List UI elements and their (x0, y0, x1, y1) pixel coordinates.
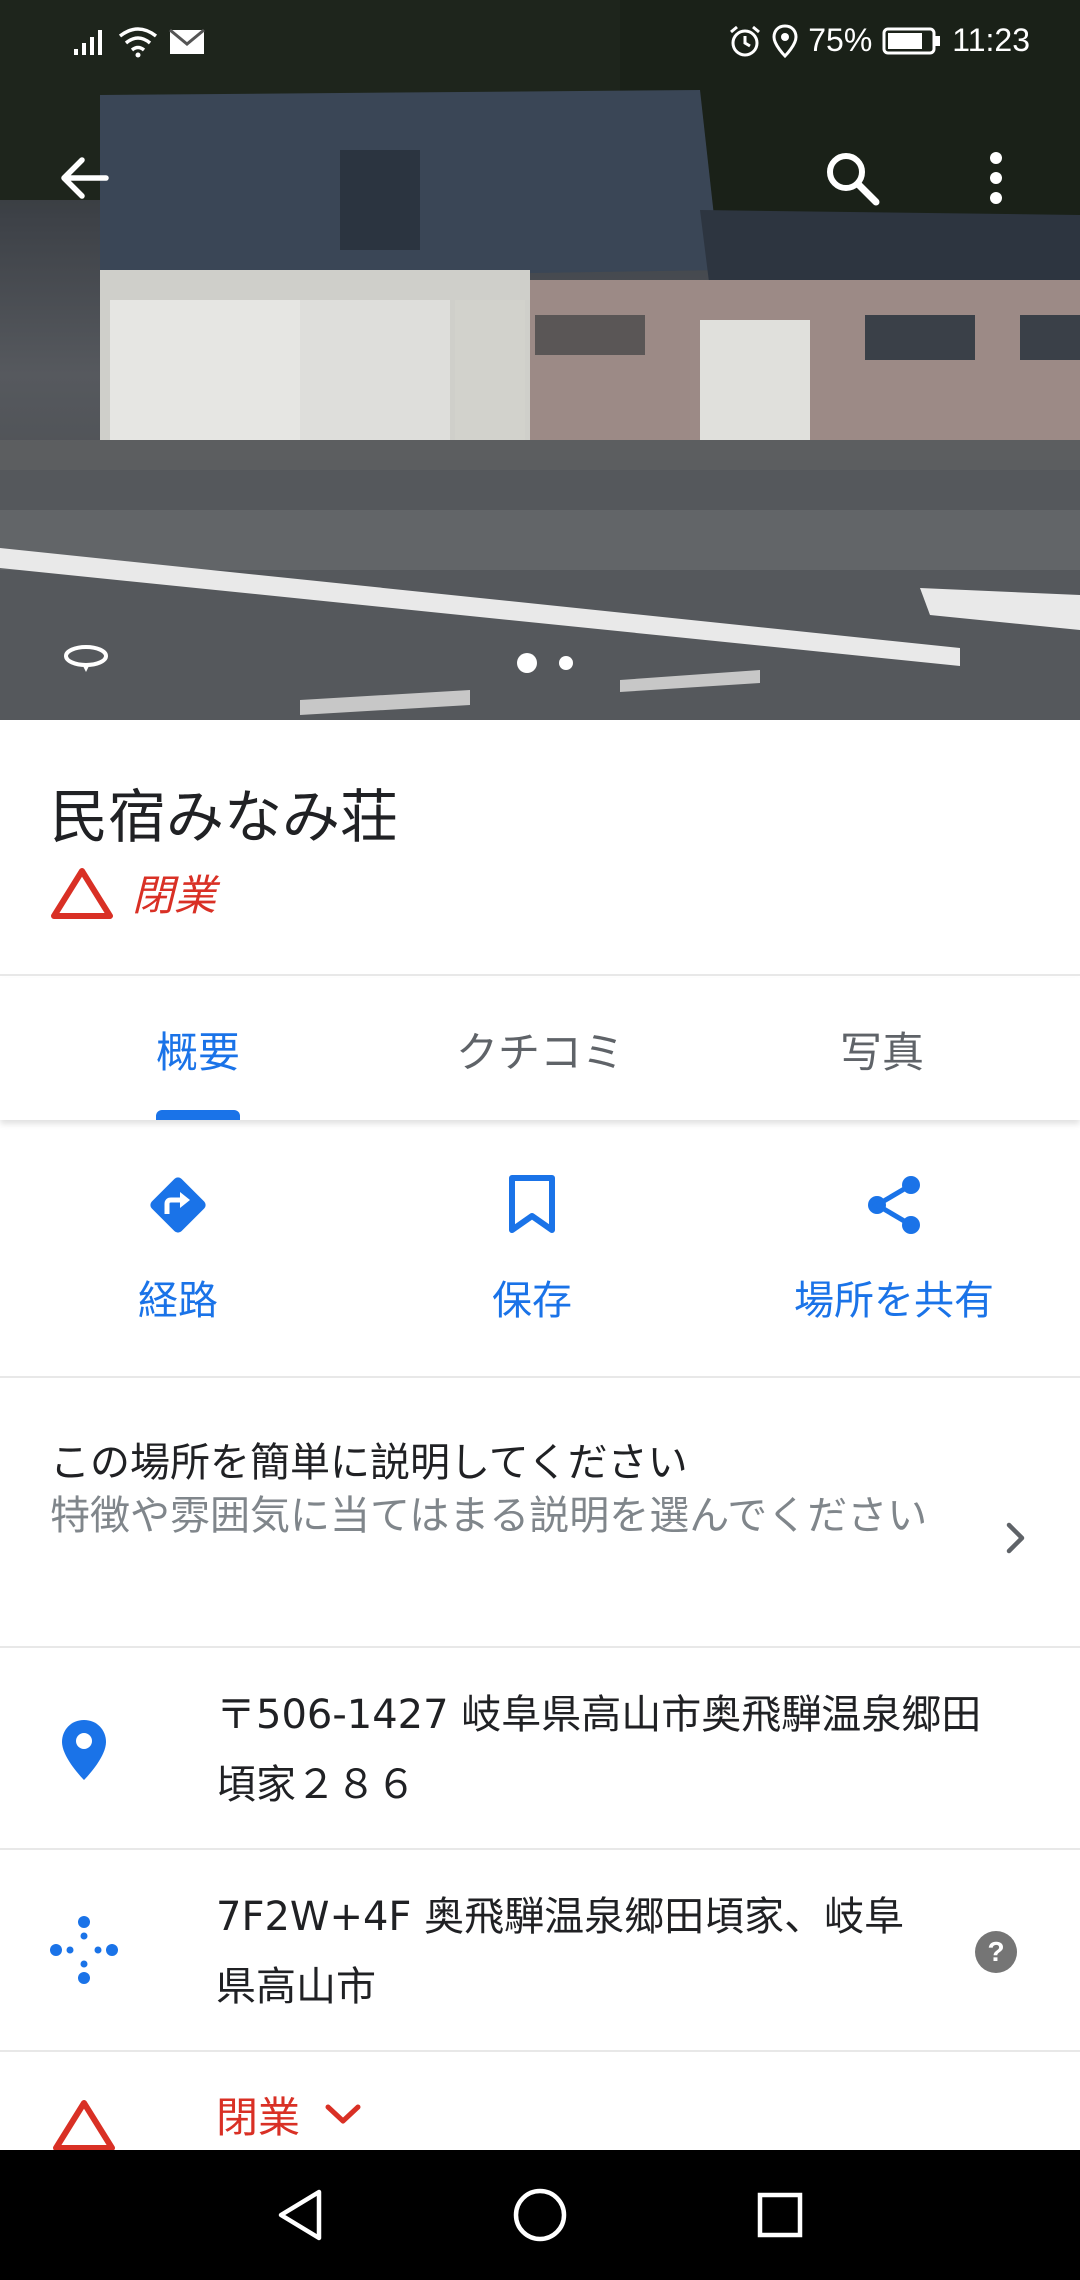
describe-place-card[interactable]: この場所を簡単に説明してください 特徴や雰囲気に当てはまる説明を選んでください (0, 1380, 1080, 1646)
system-nav-bar (0, 2150, 1080, 2280)
describe-title: この場所を簡単に説明してください (50, 1440, 688, 1486)
place-header: 民宿みなみ荘 閉業 (0, 720, 1080, 976)
closed-status: 閉業 (50, 862, 216, 923)
save-label: 保存 (492, 1278, 572, 1324)
active-tab-indicator (156, 1110, 240, 1120)
mail-icon (169, 28, 205, 54)
nav-home-button[interactable] (480, 2150, 600, 2280)
nav-recents-icon (757, 2192, 803, 2238)
photo-pager (0, 653, 1080, 673)
nav-back-icon (278, 2189, 322, 2241)
signal-icon (74, 30, 102, 55)
nav-back-button[interactable] (240, 2150, 360, 2280)
tab-photos[interactable]: 写真 (724, 978, 1040, 1120)
divider (0, 2050, 1080, 2052)
save-button[interactable]: 保存 (372, 1124, 692, 1376)
place-name: 民宿みなみ荘 (50, 783, 399, 851)
plus-code-line-1: 7F2W+4F 奥飛騨温泉郷田頃家、岐阜 (216, 1894, 905, 1940)
chevron-down-icon (325, 2104, 361, 2123)
battery-icon (882, 27, 941, 54)
nav-home-icon (513, 2188, 567, 2242)
bookmark-icon (509, 1175, 555, 1233)
address-line-2: 頃家２８６ (216, 1762, 416, 1808)
help-icon[interactable]: ? (974, 1930, 1018, 1974)
back-button[interactable] (36, 130, 132, 226)
warning-icon (53, 2100, 115, 2151)
directions-icon (150, 1177, 206, 1233)
alarm-icon (730, 25, 761, 56)
divider (0, 1376, 1080, 1378)
place-pin-icon (62, 1720, 106, 1780)
tab-overview[interactable]: 概要 (40, 978, 356, 1120)
closed-hours-toggle[interactable]: 閉業 (216, 2084, 362, 2145)
pager-dot (517, 653, 537, 673)
pager-dot (559, 656, 573, 670)
tab-reviews[interactable]: クチコミ (382, 978, 698, 1120)
more-options-button[interactable] (948, 130, 1044, 226)
address-row[interactable]: 〒506-1427 岐阜県高山市奥飛騨温泉郷田 頃家２８６ (0, 1648, 1080, 1848)
battery-percent: 75% (808, 22, 873, 58)
chevron-right-icon (1006, 1522, 1025, 1554)
status-time: 11:23 (952, 22, 1030, 58)
place-photo[interactable]: 75% 11:23 (0, 0, 1080, 720)
svg-text:?: ? (987, 1936, 1004, 1967)
location-icon (772, 23, 798, 58)
directions-label: 経路 (138, 1278, 218, 1324)
tab-bar: 概要 クチコミ 写真 (0, 978, 1080, 1120)
search-icon (827, 153, 880, 206)
closed-hours-label: 閉業 (216, 2093, 301, 2142)
plus-code-row[interactable]: 7F2W+4F 奥飛騨温泉郷田頃家、岐阜 県高山市 ? (0, 1850, 1080, 2050)
share-label: 場所を共有 (794, 1278, 994, 1324)
plus-code-line-2: 県高山市 (216, 1964, 376, 2010)
warning-icon (51, 867, 113, 919)
closed-status-label: 閉業 (132, 871, 217, 920)
directions-button[interactable]: 経路 (18, 1124, 338, 1376)
describe-subtitle: 特徴や雰囲気に当てはまる説明を選んでください (50, 1493, 928, 1539)
search-button[interactable] (804, 130, 900, 226)
share-button[interactable]: 場所を共有 (734, 1124, 1054, 1376)
action-buttons: 経路 保存 場所を共有 (0, 1124, 1080, 1376)
nav-recents-button[interactable] (720, 2150, 840, 2280)
plus-code-icon (50, 1916, 118, 1984)
address-line-1: 〒506-1427 岐阜県高山市奥飛騨温泉郷田 (216, 1692, 982, 1738)
storefront-photo (0, 0, 1080, 720)
back-arrow-icon (61, 157, 109, 199)
wifi-icon (118, 27, 158, 58)
share-icon (868, 1176, 920, 1234)
more-vert-icon (990, 152, 1002, 204)
status-bar: 75% 11:23 (0, 0, 1080, 92)
divider (0, 974, 1080, 976)
